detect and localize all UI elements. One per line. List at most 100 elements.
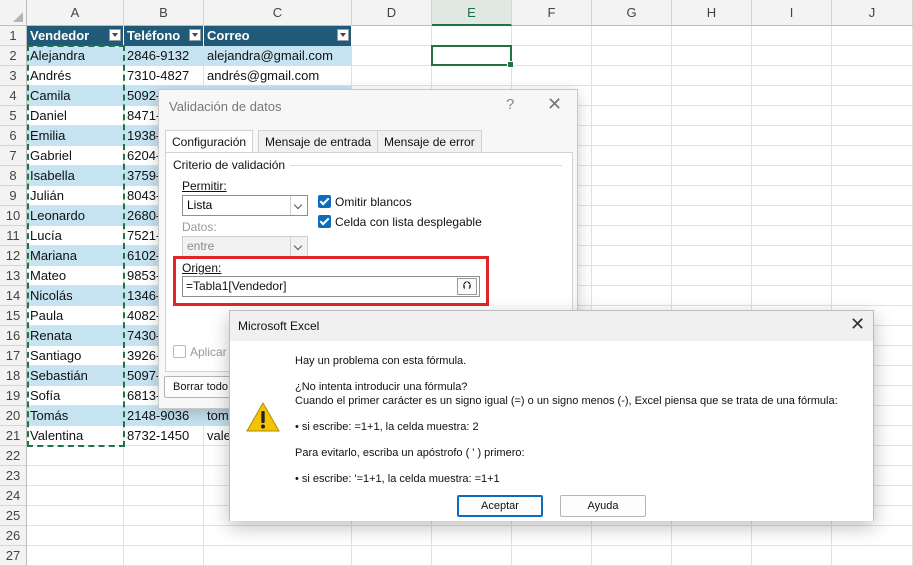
table-cell[interactable]: Mateo bbox=[27, 266, 124, 286]
row-header-22[interactable]: 22 bbox=[0, 446, 27, 466]
column-header-h[interactable]: H bbox=[672, 0, 752, 26]
row-header-27[interactable]: 27 bbox=[0, 546, 27, 566]
row-header-2[interactable]: 2 bbox=[0, 46, 27, 66]
apply-all-checkbox[interactable] bbox=[173, 345, 186, 358]
active-cell-e2[interactable] bbox=[431, 45, 514, 68]
group-divider bbox=[290, 165, 562, 166]
row-header-12[interactable]: 12 bbox=[0, 246, 27, 266]
row-header-26[interactable]: 26 bbox=[0, 526, 27, 546]
table-cell[interactable]: Emilia bbox=[27, 126, 124, 146]
allow-select[interactable]: Lista bbox=[182, 195, 308, 216]
table-header-cell[interactable]: Correo bbox=[204, 26, 352, 46]
row-header-18[interactable]: 18 bbox=[0, 366, 27, 386]
row-header-10[interactable]: 10 bbox=[0, 206, 27, 226]
table-cell[interactable]: Valentina bbox=[27, 426, 124, 446]
message-line-4: • si escribe: =1+1, la celda muestra: 2 bbox=[295, 421, 479, 433]
row-header-21[interactable]: 21 bbox=[0, 426, 27, 446]
in-cell-dropdown-label: Celda con lista desplegable bbox=[335, 215, 482, 229]
table-header-cell[interactable]: Vendedor bbox=[27, 26, 124, 46]
close-icon[interactable]: ✕ bbox=[850, 314, 865, 335]
help-button[interactable]: Ayuda bbox=[560, 495, 646, 517]
close-icon[interactable]: ✕ bbox=[547, 94, 562, 115]
tab-mensaje-error[interactable]: Mensaje de error bbox=[377, 130, 482, 152]
message-line-6: • si escribe: '=1+1, la celda muestra: =… bbox=[295, 473, 500, 485]
row-header-16[interactable]: 16 bbox=[0, 326, 27, 346]
row-header-7[interactable]: 7 bbox=[0, 146, 27, 166]
row-header-19[interactable]: 19 bbox=[0, 386, 27, 406]
column-header-c[interactable]: C bbox=[204, 0, 352, 26]
help-icon[interactable]: ? bbox=[506, 96, 514, 113]
source-label: Origen: bbox=[182, 261, 222, 275]
row-header-15[interactable]: 15 bbox=[0, 306, 27, 326]
table-cell[interactable]: Isabella bbox=[27, 166, 124, 186]
in-cell-dropdown-checkbox[interactable] bbox=[318, 215, 331, 228]
table-cell[interactable]: Nicolás bbox=[27, 286, 124, 306]
row-header-8[interactable]: 8 bbox=[0, 166, 27, 186]
column-header-j[interactable]: J bbox=[832, 0, 913, 26]
chevron-down-icon bbox=[290, 237, 307, 256]
table-header-cell[interactable]: Teléfono bbox=[124, 26, 204, 46]
table-cell[interactable]: andrés@gmail.com bbox=[204, 66, 352, 86]
message-line-5: Para evitarlo, escriba un apóstrofo ( ' … bbox=[295, 447, 525, 459]
table-cell[interactable]: Lucía bbox=[27, 226, 124, 246]
row-header-13[interactable]: 13 bbox=[0, 266, 27, 286]
column-header-i[interactable]: I bbox=[752, 0, 832, 26]
row-header-6[interactable]: 6 bbox=[0, 126, 27, 146]
column-header-e[interactable]: E bbox=[432, 0, 512, 26]
dialog-title: Validación de datos bbox=[169, 99, 282, 114]
column-header-d[interactable]: D bbox=[352, 0, 432, 26]
column-header-f[interactable]: F bbox=[512, 0, 592, 26]
filter-dropdown-icon[interactable] bbox=[337, 29, 349, 41]
table-cell[interactable]: Julián bbox=[27, 186, 124, 206]
ok-button[interactable]: Aceptar bbox=[457, 495, 543, 517]
row-header-4[interactable]: 4 bbox=[0, 86, 27, 106]
allow-value: Lista bbox=[187, 198, 213, 212]
column-header-a[interactable]: A bbox=[27, 0, 124, 26]
column-header-g[interactable]: G bbox=[592, 0, 672, 26]
table-cell[interactable]: alejandra@gmail.com bbox=[204, 46, 352, 66]
table-cell[interactable]: 8732-1450 bbox=[124, 426, 204, 446]
table-cell[interactable]: 2148-9036 bbox=[124, 406, 204, 426]
table-cell[interactable]: Renata bbox=[27, 326, 124, 346]
table-cell[interactable]: Paula bbox=[27, 306, 124, 326]
row-header-11[interactable]: 11 bbox=[0, 226, 27, 246]
row-header-14[interactable]: 14 bbox=[0, 286, 27, 306]
filter-dropdown-icon[interactable] bbox=[109, 29, 121, 41]
tab-mensaje-entrada[interactable]: Mensaje de entrada bbox=[258, 130, 379, 152]
table-cell[interactable]: Tomás bbox=[27, 406, 124, 426]
collapse-dialog-button[interactable]: ⮉ bbox=[457, 278, 477, 295]
table-cell[interactable]: Camila bbox=[27, 86, 124, 106]
table-cell[interactable]: Gabriel bbox=[27, 146, 124, 166]
table-cell[interactable]: Leonardo bbox=[27, 206, 124, 226]
table-cell[interactable]: 7310-4827 bbox=[124, 66, 204, 86]
source-input[interactable]: =Tabla1[Vendedor] ⮉ bbox=[182, 276, 480, 297]
criteria-group-label: Criterio de validación bbox=[173, 158, 286, 172]
warning-icon bbox=[246, 401, 280, 432]
table-cell[interactable]: Santiago bbox=[27, 346, 124, 366]
table-cell[interactable]: Andrés bbox=[27, 66, 124, 86]
row-header-20[interactable]: 20 bbox=[0, 406, 27, 426]
table-header-label: Teléfono bbox=[127, 28, 181, 43]
row-header-23[interactable]: 23 bbox=[0, 466, 27, 486]
row-header-25[interactable]: 25 bbox=[0, 506, 27, 526]
row-gridline bbox=[27, 525, 913, 526]
table-cell[interactable]: Sebastián bbox=[27, 366, 124, 386]
data-select[interactable]: entre bbox=[182, 236, 308, 257]
table-cell[interactable]: Daniel bbox=[27, 106, 124, 126]
row-header-5[interactable]: 5 bbox=[0, 106, 27, 126]
row-header-1[interactable]: 1 bbox=[0, 26, 27, 46]
ignore-blank-checkbox[interactable] bbox=[318, 195, 331, 208]
table-header-label: Correo bbox=[207, 28, 250, 43]
table-cell[interactable]: Mariana bbox=[27, 246, 124, 266]
row-header-9[interactable]: 9 bbox=[0, 186, 27, 206]
table-cell[interactable]: Sofía bbox=[27, 386, 124, 406]
filter-dropdown-icon[interactable] bbox=[189, 29, 201, 41]
column-header-b[interactable]: B bbox=[124, 0, 204, 26]
select-all-corner[interactable] bbox=[0, 0, 27, 26]
table-cell[interactable]: 2846-9132 bbox=[124, 46, 204, 66]
row-header-3[interactable]: 3 bbox=[0, 66, 27, 86]
row-header-17[interactable]: 17 bbox=[0, 346, 27, 366]
tab-configuracion[interactable]: Configuración bbox=[165, 130, 254, 153]
table-cell[interactable]: Alejandra bbox=[27, 46, 124, 66]
row-header-24[interactable]: 24 bbox=[0, 486, 27, 506]
